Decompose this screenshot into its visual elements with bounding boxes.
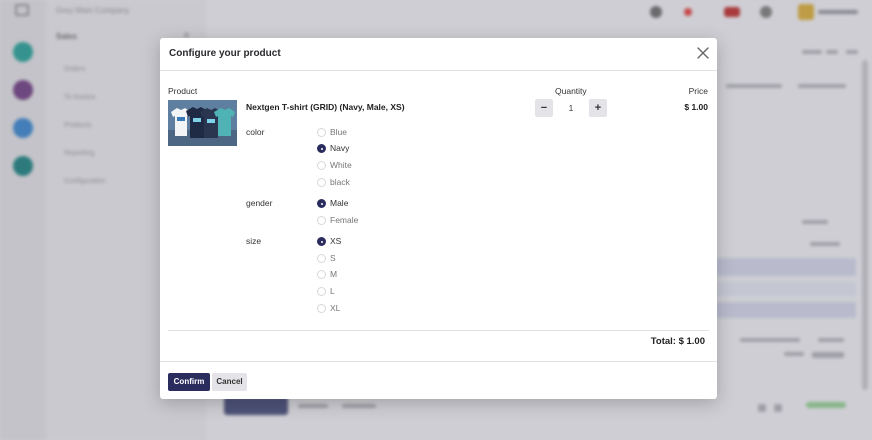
- radio-label: Navy: [330, 143, 350, 153]
- radio-button-selected[interactable]: [317, 237, 326, 246]
- dialog-title: Configure your product: [169, 48, 281, 59]
- radio-label: Female: [330, 215, 359, 225]
- radio-label: Blue: [330, 127, 348, 137]
- radio-button[interactable]: [317, 128, 326, 137]
- radio-label: S: [330, 253, 336, 263]
- quantity-stepper: − +: [535, 99, 607, 117]
- configure-product-dialog: Configure your product Product Quantity …: [160, 38, 717, 399]
- radio-label: M: [330, 269, 338, 279]
- quantity-decrease-button[interactable]: −: [535, 99, 553, 117]
- radio-button[interactable]: [317, 216, 326, 225]
- radio-button[interactable]: [317, 287, 326, 296]
- column-header-price: Price: [688, 86, 708, 96]
- close-icon[interactable]: [696, 46, 710, 60]
- radio-label: black: [330, 177, 350, 187]
- order-total: Total: $ 1.00: [650, 336, 705, 347]
- dialog-header: Configure your product: [160, 38, 717, 71]
- radio-button[interactable]: [317, 270, 326, 279]
- radio-button-selected[interactable]: [317, 199, 326, 208]
- confirm-button[interactable]: Confirm: [168, 373, 210, 391]
- quantity-input[interactable]: [553, 99, 589, 117]
- radio-label: XL: [330, 303, 341, 313]
- radio-button[interactable]: [317, 304, 326, 313]
- radio-button[interactable]: [317, 254, 326, 263]
- quantity-increase-button[interactable]: +: [589, 99, 607, 117]
- tshirt-product-image: [168, 100, 237, 146]
- product-name: Nextgen T-shirt (GRID) (Navy, Male, XS): [246, 102, 405, 112]
- attribute-label-gender: gender: [246, 198, 273, 208]
- dialog-body: Product Quantity Price Nextgen T-shirt (…: [160, 71, 717, 362]
- attribute-label-size: size: [246, 236, 262, 246]
- total-divider: [168, 330, 709, 331]
- attribute-label-color: color: [246, 127, 265, 137]
- column-header-quantity: Quantity: [555, 86, 587, 96]
- column-header-product: Product: [168, 86, 198, 96]
- product-price: $ 1.00: [684, 102, 708, 112]
- radio-button[interactable]: [317, 161, 326, 170]
- radio-button-selected[interactable]: [317, 144, 326, 153]
- cancel-button[interactable]: Cancel: [212, 373, 247, 391]
- radio-button[interactable]: [317, 178, 326, 187]
- radio-label: XS: [330, 236, 342, 246]
- radio-label: Male: [330, 198, 349, 208]
- dialog-footer: Confirm Cancel: [160, 361, 717, 399]
- radio-label: White: [330, 160, 352, 170]
- radio-label: L: [330, 286, 335, 296]
